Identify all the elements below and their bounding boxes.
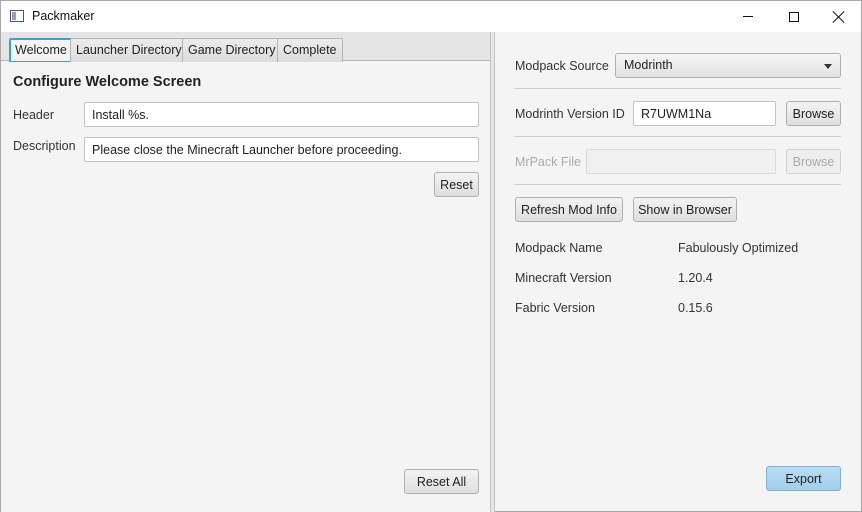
minimize-icon <box>743 16 753 17</box>
separator <box>515 88 841 89</box>
fabric-version-value: 0.15.6 <box>678 301 713 315</box>
tab-welcome[interactable]: Welcome <box>9 38 73 62</box>
mrpack-file-label: MrPack File <box>515 155 581 169</box>
chevron-down-icon <box>824 64 832 69</box>
show-in-browser-button[interactable]: Show in Browser <box>633 197 737 222</box>
window-title: Packmaker <box>32 9 95 23</box>
modrinth-version-input[interactable]: R7UWM1Na <box>633 101 776 126</box>
right-pane: Modpack Source Modrinth Modrinth Version… <box>495 32 862 512</box>
description-input[interactable]: Please close the Minecraft Launcher befo… <box>84 137 479 162</box>
tab-bar: Welcome Launcher Directory Game Director… <box>1 32 490 62</box>
description-label: Description <box>13 139 76 153</box>
section-title: Configure Welcome Screen <box>13 74 202 90</box>
refresh-mod-info-button[interactable]: Refresh Mod Info <box>515 197 623 222</box>
tab-game-directory[interactable]: Game Directory <box>182 38 282 62</box>
export-button[interactable]: Export <box>766 466 841 491</box>
modpack-source-value: Modrinth <box>624 58 673 72</box>
close-button[interactable] <box>816 1 862 32</box>
modpack-name-value: Fabulously Optimized <box>678 241 799 255</box>
modpack-source-label: Modpack Source <box>515 59 609 73</box>
mrpack-browse-button[interactable]: Browse <box>786 149 841 174</box>
tab-complete[interactable]: Complete <box>277 38 343 62</box>
modrinth-version-label: Modrinth Version ID <box>515 107 625 121</box>
close-icon <box>832 10 846 24</box>
maximize-button[interactable] <box>771 1 817 32</box>
separator <box>515 184 841 185</box>
fabric-version-label: Fabric Version <box>515 301 595 315</box>
maximize-icon <box>789 11 799 22</box>
tab-launcher-directory[interactable]: Launcher Directory <box>70 38 188 62</box>
minecraft-version-label: Minecraft Version <box>515 271 612 285</box>
separator <box>515 136 841 137</box>
reset-all-button[interactable]: Reset All <box>404 469 479 494</box>
app-icon <box>10 10 24 22</box>
header-label: Header <box>13 108 54 122</box>
modpack-source-select[interactable]: Modrinth <box>615 53 841 78</box>
minimize-button[interactable] <box>725 1 771 32</box>
modpack-name-label: Modpack Name <box>515 241 603 255</box>
modrinth-browse-button[interactable]: Browse <box>786 101 841 126</box>
minecraft-version-value: 1.20.4 <box>678 271 713 285</box>
left-pane: Welcome Launcher Directory Game Director… <box>1 32 490 512</box>
reset-button[interactable]: Reset <box>434 172 479 197</box>
header-input[interactable]: Install %s. <box>84 102 479 127</box>
title-bar[interactable]: Packmaker <box>1 1 861 32</box>
mrpack-file-input[interactable] <box>586 149 776 174</box>
app-window: Packmaker Welcome Launcher Directory Gam… <box>0 0 862 512</box>
